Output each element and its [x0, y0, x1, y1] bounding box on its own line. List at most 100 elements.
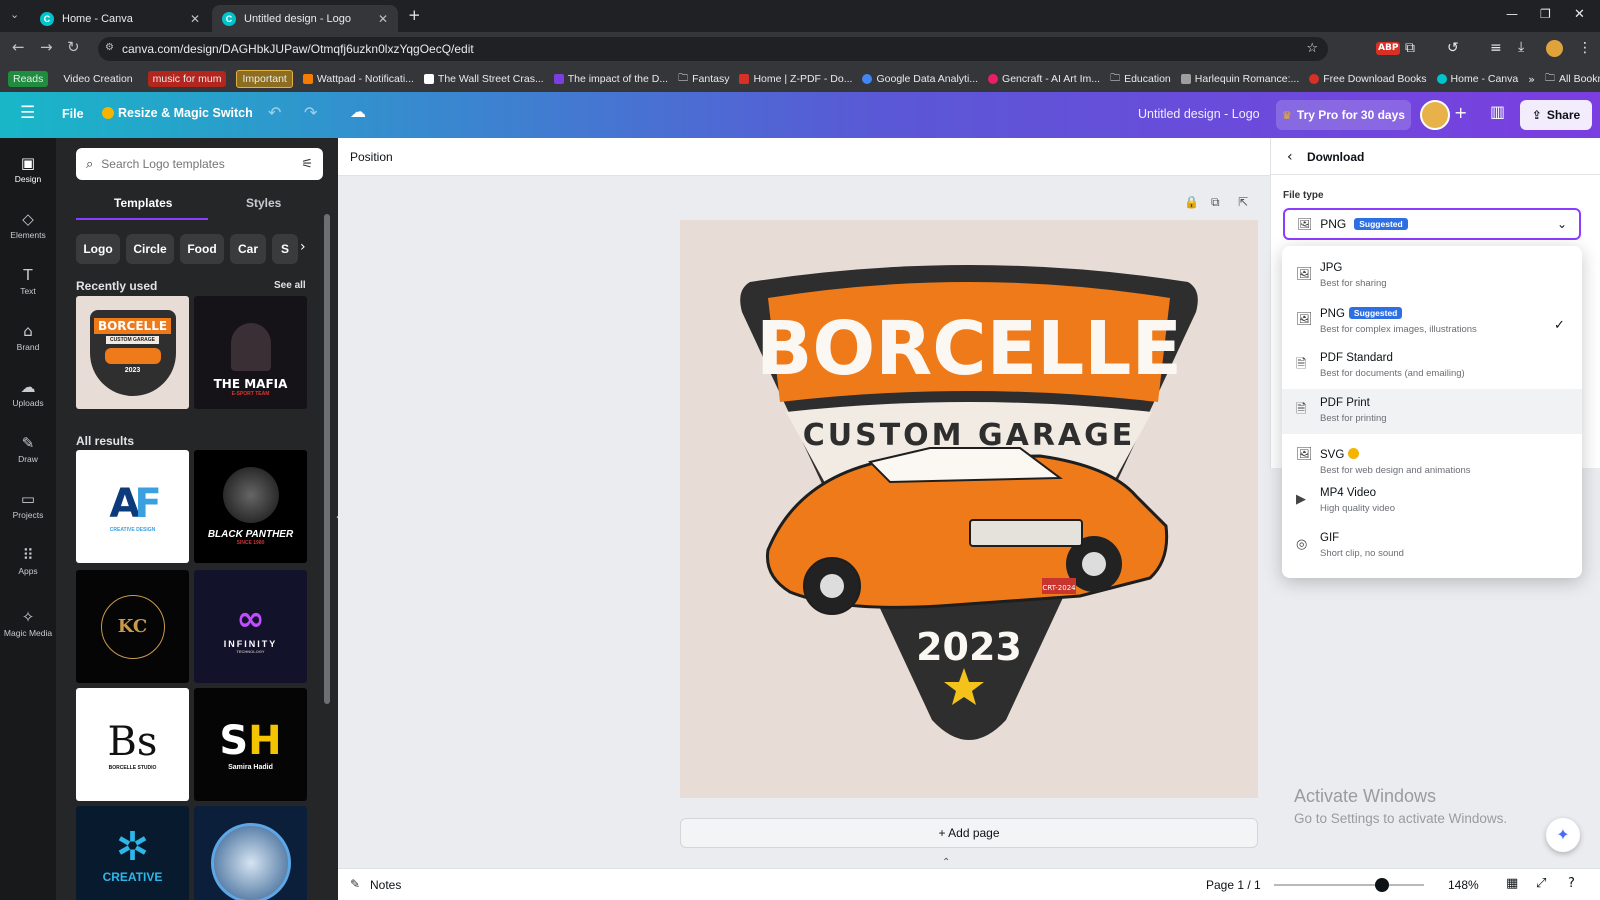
bookmark-link[interactable]: Gencraft - AI Art Im...: [988, 73, 1100, 85]
rail-elements[interactable]: ◇ Elements: [0, 200, 56, 252]
bookmark-link[interactable]: The impact of the D...: [553, 73, 668, 85]
bookmark-link[interactable]: Free Download Books: [1309, 73, 1427, 85]
minimize-icon[interactable]: —: [1506, 8, 1518, 20]
duplicate-icon[interactable]: ⧉: [1211, 196, 1220, 208]
bookmark-link[interactable]: The Wall Street Cras...: [423, 73, 544, 85]
search-input[interactable]: [101, 157, 294, 171]
option-gif[interactable]: ◎ GIF Short clip, no sound: [1282, 524, 1582, 569]
help-icon[interactable]: ?: [1568, 877, 1575, 890]
rail-brand[interactable]: ⌂ Brand: [0, 312, 56, 364]
close-tab-icon[interactable]: ✕: [378, 12, 388, 26]
close-window-icon[interactable]: ✕: [1574, 8, 1585, 21]
document-title[interactable]: Untitled design - Logo: [1138, 107, 1260, 121]
tab-list-icon[interactable]: ⌄: [10, 9, 19, 20]
all-bookmarks-folder[interactable]: 🗀All Bookmarks: [1545, 73, 1600, 85]
option-jpg[interactable]: 🖼 JPG Best for sharing: [1282, 254, 1582, 299]
notes-button[interactable]: Notes: [370, 878, 401, 892]
canva-assistant-button[interactable]: ✦: [1546, 818, 1580, 852]
rail-design[interactable]: ▣ Design: [0, 144, 56, 196]
rail-draw[interactable]: ✎ Draw: [0, 424, 56, 476]
file-menu[interactable]: File: [62, 107, 84, 121]
zoom-slider-handle[interactable]: [1375, 878, 1389, 892]
browser-tab-home[interactable]: C Home - Canva ✕: [30, 5, 210, 32]
close-tab-icon[interactable]: ✕: [190, 12, 200, 26]
back-icon[interactable]: ←: [12, 40, 25, 55]
extensions-icon[interactable]: ⧉: [1405, 41, 1415, 55]
media-icon[interactable]: ≡: [1490, 41, 1502, 55]
bookmark-link[interactable]: Home | Z-PDF - Do...: [739, 73, 852, 85]
tab-templates[interactable]: Templates: [114, 196, 172, 210]
filter-chip[interactable]: Logo: [76, 234, 120, 264]
rail-uploads[interactable]: ☁ Uploads: [0, 368, 56, 420]
bookmark-link[interactable]: Home - Canva: [1436, 73, 1518, 85]
file-type-select[interactable]: 🖼 PNG Suggested ⌄: [1283, 208, 1581, 240]
page-counter[interactable]: Page 1 / 1: [1206, 878, 1261, 892]
bookmark-link[interactable]: Harlequin Romance:...: [1180, 73, 1299, 85]
see-all-link[interactable]: See all: [274, 280, 306, 291]
profile-avatar[interactable]: [1546, 40, 1563, 57]
rail-projects[interactable]: ▭ Projects: [0, 480, 56, 532]
option-mp4[interactable]: ▶ MP4 Video High quality video: [1282, 479, 1582, 524]
bookmark-chip[interactable]: Video Creation: [58, 71, 137, 87]
template-thumb[interactable]: ✲ CREATIVE: [76, 806, 189, 900]
add-collaborator-icon[interactable]: +: [1454, 105, 1467, 121]
new-tab-icon[interactable]: +: [408, 8, 421, 23]
panel-scrollbar[interactable]: [324, 214, 330, 704]
design-canvas[interactable]: BORCELLE CUSTOM GARAGE CRT-2024 2023: [680, 220, 1258, 798]
main-menu-icon[interactable]: ☰: [20, 105, 35, 122]
zoom-level[interactable]: 148%: [1448, 878, 1479, 892]
fullscreen-icon[interactable]: ⤢: [1536, 877, 1546, 890]
filter-icon[interactable]: ⚟: [301, 158, 313, 171]
bookmark-folder[interactable]: 🗀 Education: [1110, 73, 1171, 85]
option-pdf-standard[interactable]: 🗎 PDF Standard Best for documents (and em…: [1282, 344, 1582, 389]
insights-chart-icon[interactable]: ▥: [1490, 104, 1505, 120]
chevron-up-icon[interactable]: ⌃: [942, 858, 950, 868]
template-thumb[interactable]: THE MAFIA E-SPORT TEAM: [194, 296, 307, 409]
notes-icon[interactable]: ✎: [350, 878, 360, 890]
bookmark-chip[interactable]: Important: [236, 70, 293, 88]
template-thumb[interactable]: BORCELLE CUSTOM GARAGE 2023: [76, 296, 189, 409]
user-avatar[interactable]: [1420, 100, 1450, 130]
rail-magic-media[interactable]: ✧ Magic Media: [0, 598, 56, 650]
bookmark-folder[interactable]: 🗀 Fantasy: [678, 73, 729, 85]
template-thumb[interactable]: SH Samira Hadid: [194, 688, 307, 801]
template-thumb[interactable]: BLACK PANTHER SINCE 1980: [194, 450, 307, 563]
filter-chip[interactable]: S: [272, 234, 298, 264]
option-svg[interactable]: 🖼 SVG Best for web design and animations: [1282, 434, 1582, 479]
template-thumb[interactable]: ∞ INFINITY TECHNOLOGY: [194, 570, 307, 683]
share-button[interactable]: ⇪ Share: [1520, 100, 1592, 130]
filter-chip[interactable]: Circle: [126, 234, 174, 264]
position-button[interactable]: Position: [350, 150, 393, 164]
zoom-slider[interactable]: [1274, 878, 1424, 892]
template-thumb[interactable]: [194, 806, 307, 900]
grid-view-icon[interactable]: ▦: [1506, 877, 1518, 890]
try-pro-button[interactable]: ♛ Try Pro for 30 days: [1276, 100, 1411, 130]
history-icon[interactable]: ↺: [1447, 41, 1459, 55]
download-icon[interactable]: ⤓: [1518, 40, 1524, 54]
lock-icon[interactable]: 🔒: [1184, 196, 1199, 208]
back-chevron-icon[interactable]: ‹: [1287, 150, 1293, 164]
template-thumb[interactable]: AF CREATIVE DESIGN: [76, 450, 189, 563]
cloud-save-icon[interactable]: ☁: [350, 104, 366, 120]
chevron-right-icon[interactable]: ›: [300, 240, 306, 254]
resize-magic-switch-button[interactable]: Resize & Magic Switch: [102, 106, 253, 120]
star-bookmark-icon[interactable]: ☆: [1306, 42, 1318, 55]
reload-icon[interactable]: ↻: [67, 40, 80, 55]
rail-apps[interactable]: ⠿ Apps: [0, 536, 56, 588]
add-page-icon[interactable]: ⇱: [1238, 196, 1248, 208]
filter-chip[interactable]: Food: [180, 234, 224, 264]
browser-tab-design[interactable]: C Untitled design - Logo ✕: [212, 5, 398, 32]
chrome-menu-icon[interactable]: ⋮: [1578, 41, 1592, 55]
add-page-button[interactable]: + Add page: [680, 818, 1258, 848]
option-pdf-print[interactable]: 🗎 PDF Print Best for printing: [1282, 389, 1582, 434]
filter-chip[interactable]: Car: [230, 234, 266, 264]
more-bookmarks-icon[interactable]: »: [1528, 74, 1535, 85]
bookmark-link[interactable]: Google Data Analyti...: [862, 73, 978, 85]
adblock-extension-icon[interactable]: ABP: [1376, 42, 1401, 55]
redo-icon[interactable]: ↷: [304, 105, 317, 121]
template-thumb[interactable]: Bs BORCELLE STUDIO: [76, 688, 189, 801]
template-thumb[interactable]: KC: [76, 570, 189, 683]
rail-text[interactable]: T Text: [0, 256, 56, 308]
option-png[interactable]: 🖼 PNG Suggested Best for complex images, i…: [1282, 299, 1582, 344]
maximize-icon[interactable]: ❐: [1540, 8, 1551, 20]
